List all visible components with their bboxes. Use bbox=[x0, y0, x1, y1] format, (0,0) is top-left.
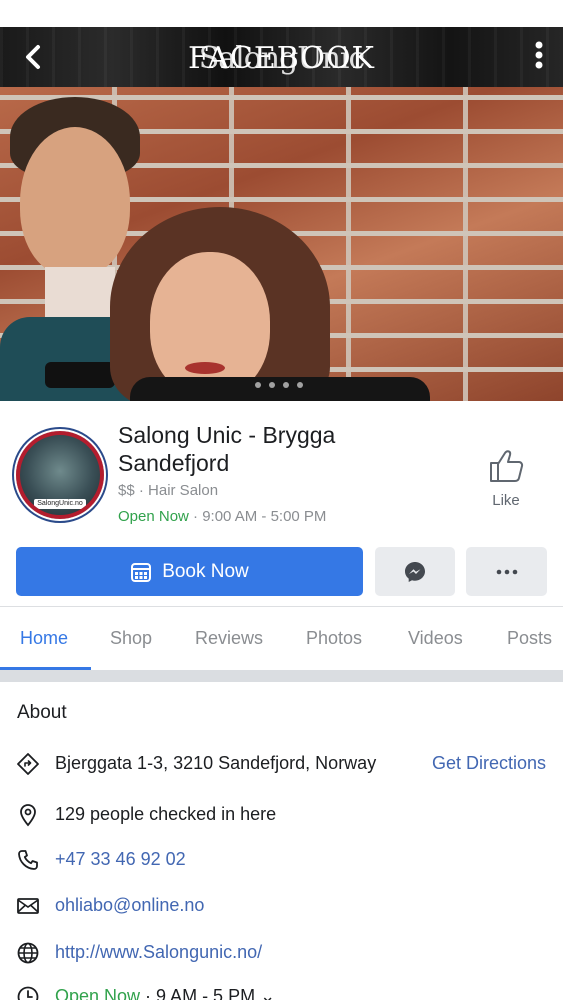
tab-videos[interactable]: Videos bbox=[408, 607, 463, 670]
address-row: Bjerggata 1-3, 3210 Sandefjord, Norway G… bbox=[0, 749, 563, 779]
get-directions-link[interactable]: Get Directions bbox=[432, 753, 546, 774]
avatar-caption: SalongUnic.no bbox=[34, 499, 86, 509]
cover-figure-face bbox=[20, 127, 130, 277]
calendar-icon bbox=[131, 562, 152, 582]
thumbs-up-icon bbox=[490, 450, 524, 482]
tab-home[interactable]: Home bbox=[20, 607, 68, 670]
about-heading: About bbox=[17, 702, 67, 723]
page-hours: Open Now · 9:00 AM - 5:00 PM bbox=[118, 508, 326, 525]
cover-figure-lips bbox=[185, 362, 225, 374]
hours-row[interactable]: Open Now · 9 AM - 5 PM ⌄ bbox=[0, 982, 563, 1000]
cover-figure-face-2 bbox=[150, 252, 270, 397]
book-now-button[interactable]: Book Now bbox=[16, 547, 363, 596]
top-bar: FACEBOOK SalongUnic bbox=[0, 27, 563, 87]
more-options-button[interactable] bbox=[529, 39, 549, 73]
page-tabs: Home Shop Reviews Photos Videos Posts bbox=[0, 606, 563, 670]
globe-icon bbox=[17, 942, 39, 964]
section-divider bbox=[0, 670, 563, 682]
message-button[interactable] bbox=[375, 547, 455, 596]
address-text: Bjerggata 1-3, 3210 Sandefjord, Norway bbox=[55, 753, 377, 773]
hours-summary: Open Now · 9 AM - 5 PM ⌄ bbox=[55, 986, 275, 1000]
phone-row[interactable]: +47 33 46 92 02 bbox=[0, 845, 563, 875]
hours-open-status: Open Now bbox=[55, 986, 141, 1000]
open-status: Open Now bbox=[118, 508, 189, 525]
clock-icon bbox=[17, 986, 39, 1000]
tab-photos[interactable]: Photos bbox=[306, 607, 362, 670]
email-row[interactable]: ohliabo@online.no bbox=[0, 891, 563, 921]
page-header: SalongUnic.no Salong Unic - Brygga Sande… bbox=[0, 401, 563, 606]
messenger-icon bbox=[405, 561, 425, 582]
cover-photo[interactable] bbox=[0, 87, 563, 401]
chevron-down-icon[interactable]: ⌄ bbox=[260, 986, 275, 1000]
title-overlay-text: SalongUnic bbox=[198, 41, 366, 76]
cover-figure-dress bbox=[130, 377, 430, 401]
like-label: Like bbox=[492, 492, 520, 509]
avatar[interactable]: SalongUnic.no bbox=[16, 431, 104, 519]
directions-icon bbox=[17, 753, 39, 775]
hours-text: · 9:00 AM - 5:00 PM bbox=[188, 508, 327, 525]
phone-icon bbox=[18, 850, 38, 870]
location-pin-icon bbox=[20, 804, 36, 827]
hours-short-text: · 9 AM - 5 PM bbox=[140, 986, 256, 1000]
about-section: About Bjerggata 1-3, 3210 Sandefjord, No… bbox=[0, 682, 563, 1000]
checkins-row: 129 people checked in here bbox=[0, 800, 563, 830]
action-buttons: Book Now bbox=[16, 547, 547, 596]
ellipsis-icon bbox=[496, 569, 517, 574]
checkins-text: 129 people checked in here bbox=[55, 804, 277, 824]
book-now-label: Book Now bbox=[162, 560, 249, 582]
page-name: Salong Unic - Brygga Sandefjord bbox=[118, 422, 336, 476]
envelope-icon bbox=[17, 898, 39, 914]
cover-figure-bowtie bbox=[45, 362, 115, 388]
vertical-ellipsis-icon bbox=[535, 41, 543, 69]
tab-shop[interactable]: Shop bbox=[110, 607, 152, 670]
more-actions-button[interactable] bbox=[466, 547, 547, 596]
page-category: $$ · Hair Salon bbox=[118, 482, 219, 499]
website-row[interactable]: http://www.Salongunic.no/ bbox=[0, 938, 563, 968]
tab-posts[interactable]: Posts bbox=[507, 607, 552, 670]
email-link[interactable]: ohliabo@online.no bbox=[55, 895, 204, 916]
status-bar-area bbox=[0, 0, 563, 27]
like-button[interactable]: Like bbox=[484, 449, 528, 509]
tab-reviews[interactable]: Reviews bbox=[195, 607, 263, 670]
phone-link[interactable]: +47 33 46 92 02 bbox=[55, 849, 186, 870]
website-link[interactable]: http://www.Salongunic.no/ bbox=[55, 942, 262, 963]
carousel-dots bbox=[255, 382, 303, 388]
